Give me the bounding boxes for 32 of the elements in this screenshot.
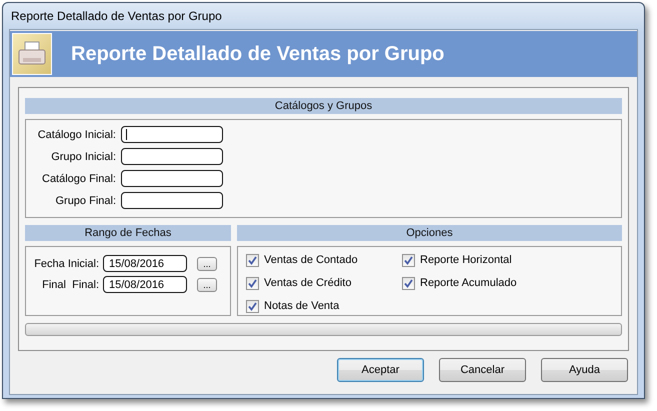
checkbox[interactable] <box>246 300 259 312</box>
section-header: Opciones <box>237 225 622 241</box>
field-label: Grupo Final: <box>54 194 116 206</box>
field-label: Final Final: <box>41 278 99 290</box>
date-field[interactable]: 15/08/2016 <box>103 255 187 272</box>
checkbox-label[interactable]: Reporte Acumulado <box>420 277 517 289</box>
checkbox[interactable] <box>402 276 415 290</box>
section-header: Rango de Fechas <box>25 225 231 241</box>
section-header: Catálogos y Grupos <box>25 98 622 114</box>
checkbox-label[interactable]: Notas de Venta <box>264 300 340 312</box>
checkbox[interactable] <box>246 276 259 290</box>
date-picker-button[interactable]: ... <box>197 256 217 270</box>
checkbox-label[interactable]: Ventas de Contado <box>264 254 358 266</box>
input-field[interactable] <box>121 170 223 187</box>
field-label: Fecha Inicial: <box>33 258 99 270</box>
date-picker-button[interactable]: ... <box>197 278 217 292</box>
input-field[interactable] <box>121 148 223 165</box>
field-label: Catálogo Inicial: <box>36 128 116 140</box>
dialog-button[interactable]: Ayuda <box>541 358 628 382</box>
date-field[interactable]: 15/08/2016 <box>103 276 187 293</box>
input-field[interactable] <box>121 126 223 143</box>
checkbox[interactable] <box>246 254 259 266</box>
dialog-button[interactable]: Cancelar <box>439 358 526 382</box>
window-title: Reporte Detallado de Ventas por Grupo <box>10 8 223 25</box>
checkbox-label[interactable]: Reporte Horizontal <box>420 254 512 266</box>
checkbox[interactable] <box>402 254 415 266</box>
input-field[interactable] <box>121 192 223 209</box>
field-label: Grupo Inicial: <box>50 150 116 162</box>
report-title: Reporte Detallado de Ventas por Grupo <box>71 42 444 66</box>
checkbox-label[interactable]: Ventas de Crédito <box>264 277 352 289</box>
dialog-button[interactable]: Aceptar <box>337 358 424 382</box>
field-label: Catálogo Final: <box>41 172 116 184</box>
